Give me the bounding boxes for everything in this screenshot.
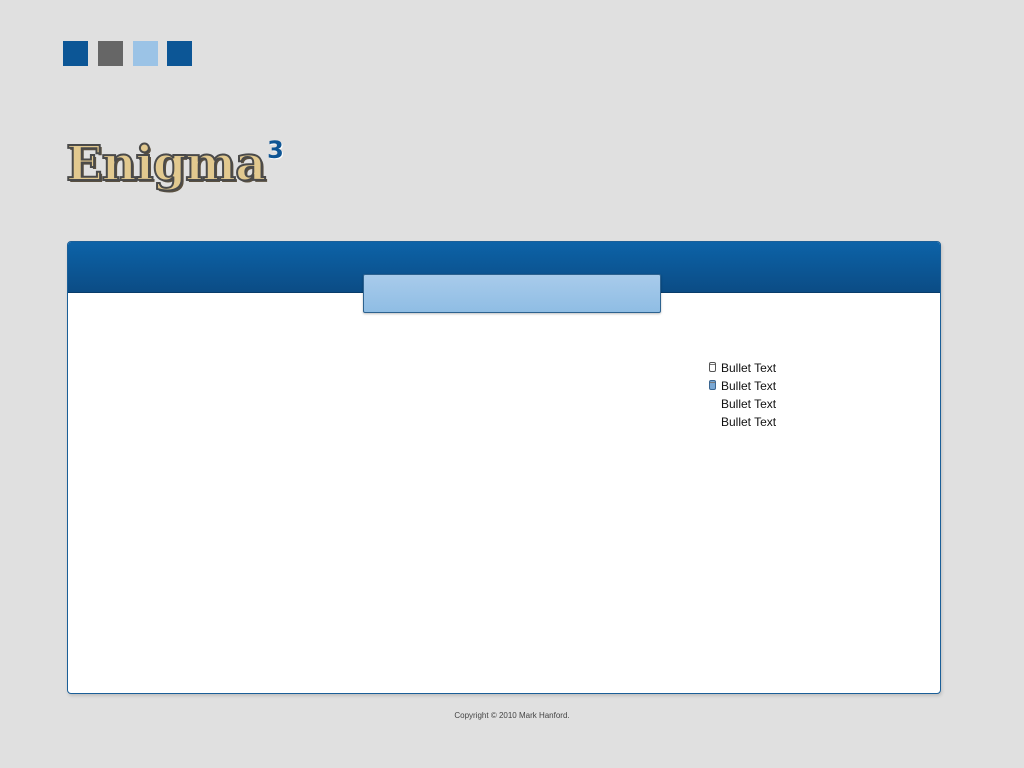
bullet-list: Bullet Text Bullet Text Bullet Text Bull…	[708, 359, 776, 431]
logo-superscript: 3	[267, 136, 284, 164]
bullet-text: Bullet Text	[721, 397, 777, 411]
bullet-text: Bullet Text	[721, 361, 777, 375]
cylinder-filled-icon	[709, 380, 716, 390]
color-swatch-3	[133, 41, 158, 66]
bullet-item-1: Bullet Text	[708, 359, 776, 377]
bullet-text: Bullet Text	[721, 379, 777, 393]
bullet-text: Bullet Text	[721, 415, 777, 429]
bullet-item-4: Bullet Text	[708, 413, 776, 431]
color-swatch-2	[98, 41, 123, 66]
color-swatch-4	[167, 41, 192, 66]
bullet-item-2: Bullet Text	[708, 377, 776, 395]
bullet-item-3: Bullet Text	[708, 395, 776, 413]
content-panel: Bullet Text Bullet Text Bullet Text Bull…	[67, 241, 941, 694]
copyright-footer: Copyright © 2010 Mark Hanford.	[454, 711, 570, 720]
logo-text: Enigma	[65, 136, 267, 192]
title-placeholder-box[interactable]	[363, 274, 661, 313]
cylinder-outline-icon	[709, 362, 716, 372]
enigma-logo: Enigma3	[65, 138, 284, 189]
color-swatch-1	[63, 41, 88, 66]
